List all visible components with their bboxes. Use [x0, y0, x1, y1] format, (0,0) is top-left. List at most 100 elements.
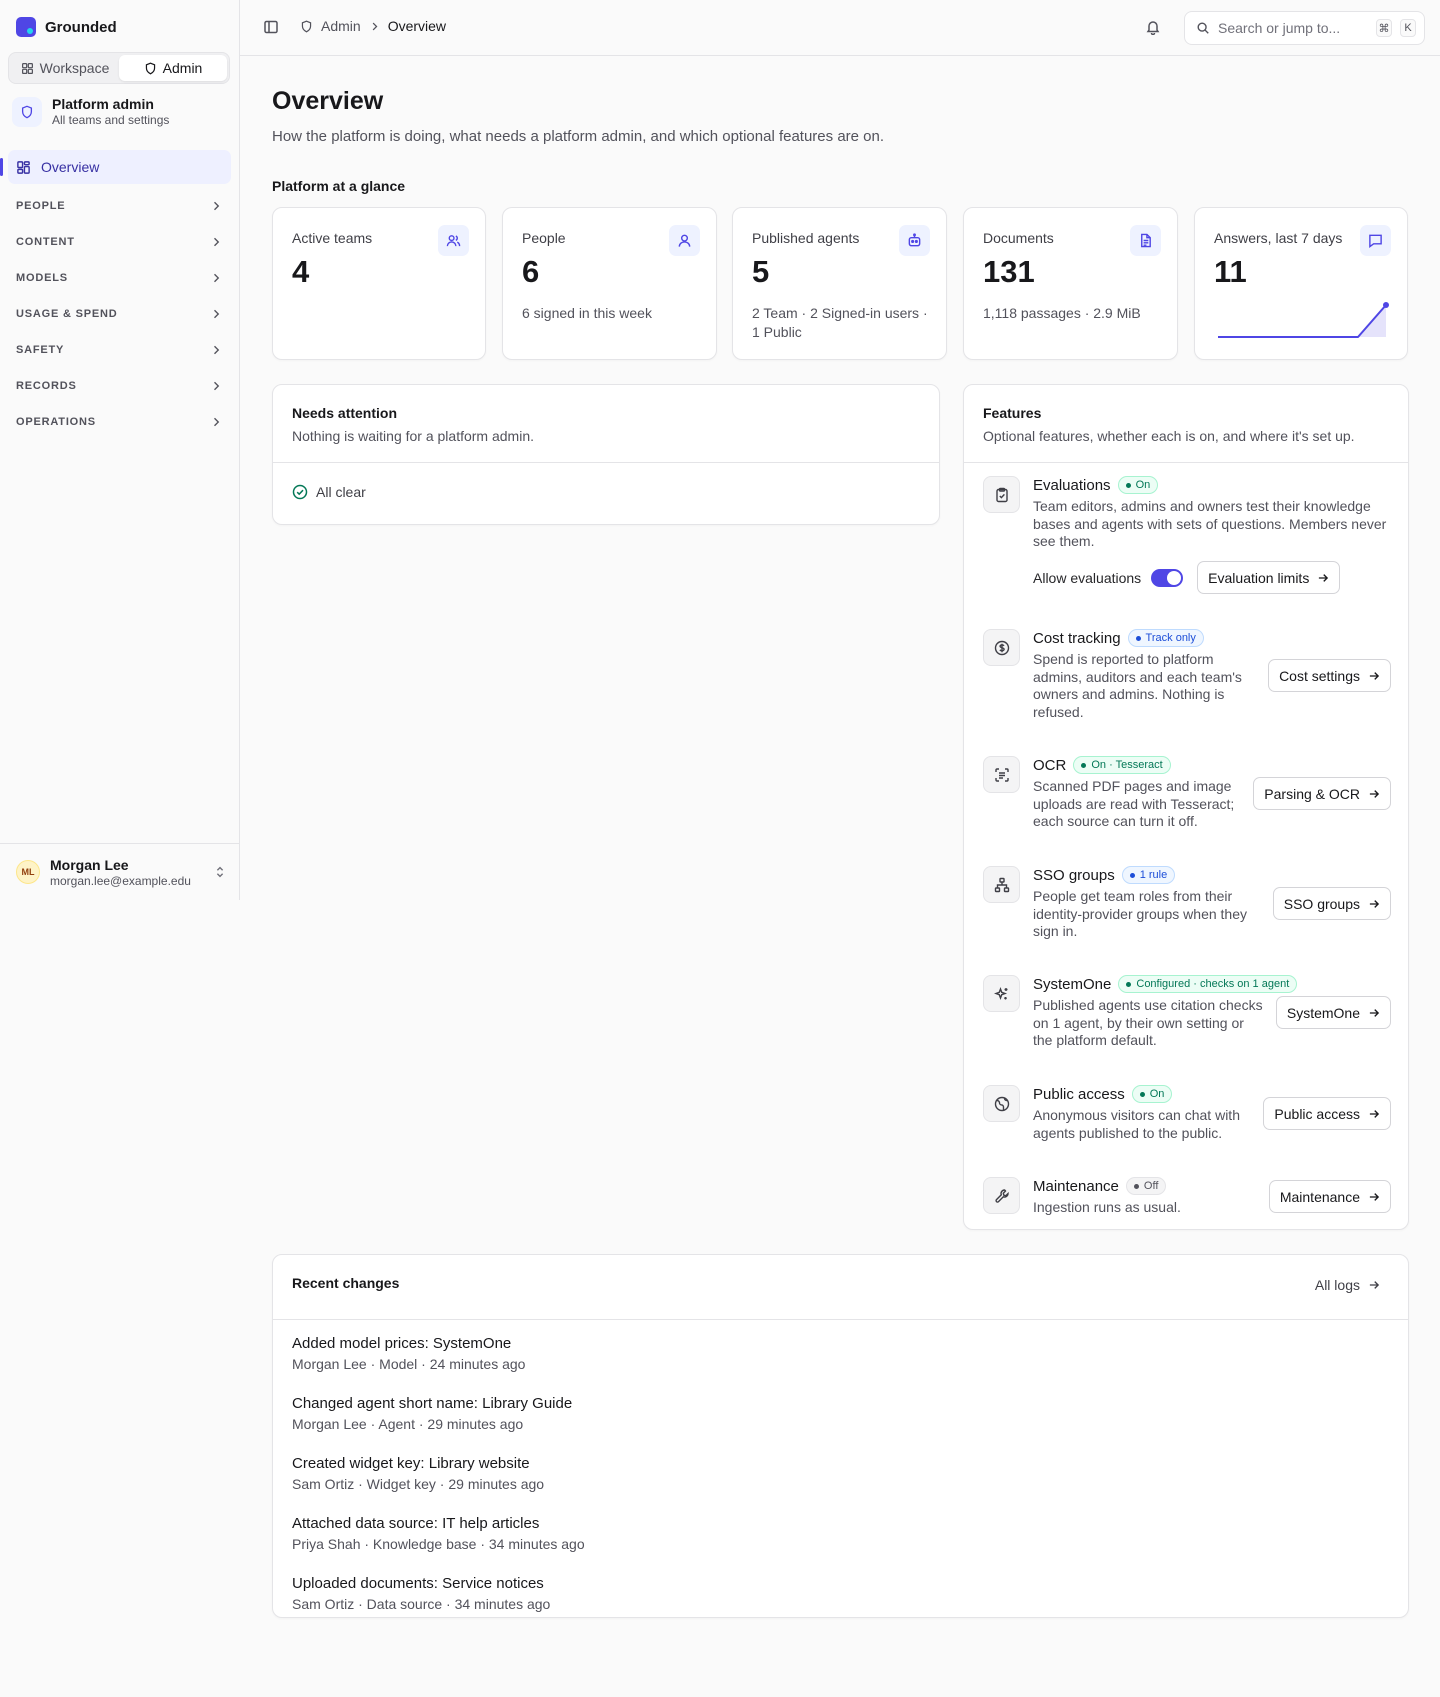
parsing-ocr-button[interactable]: Parsing & OCR: [1253, 777, 1391, 810]
arrow-right-icon: [1317, 572, 1329, 584]
sidebar: Grounded Workspace Admin Platform admin …: [0, 0, 240, 900]
search-box[interactable]: ⌘ K: [1184, 11, 1425, 45]
stat-label: Documents: [983, 230, 1054, 246]
stat-card-people: People 6 6 signed in this week: [502, 207, 717, 360]
nav-group-label: OPERATIONS: [16, 416, 96, 428]
feature-body: SystemOne Configured · checks on 1 agent…: [1033, 975, 1298, 1050]
change-meta: Priya Shah · Knowledge base · 34 minutes…: [292, 1536, 585, 1552]
allow-evaluations-toggle[interactable]: [1151, 568, 1184, 587]
nav-group-label: USAGE & SPEND: [16, 308, 118, 320]
features-subtitle: Optional features, whether each is on, a…: [983, 428, 1355, 444]
chevron-right-icon: [210, 380, 222, 392]
context-header: Platform admin All teams and settings: [12, 96, 169, 127]
context-title: Platform admin: [52, 96, 154, 112]
arrow-right-icon: [1368, 1108, 1380, 1120]
status-badge: Off: [1125, 1177, 1167, 1195]
sso-groups-button[interactable]: SSO groups: [1272, 887, 1391, 920]
feature-name: SystemOne: [1033, 975, 1112, 993]
button-label: SystemOne: [1286, 1004, 1360, 1021]
bell-icon[interactable]: [1145, 19, 1161, 35]
chevron-right-icon: [210, 344, 222, 356]
arrow-right-icon: [1368, 898, 1380, 910]
feature-ocr: OCR On · Tesseract Scanned PDF pages and…: [983, 756, 1391, 846]
feature-name: Cost tracking: [1033, 629, 1121, 647]
change-title: Changed agent short name: Library Guide: [292, 1395, 573, 1412]
users-icon: [438, 225, 469, 256]
divider: [964, 462, 1408, 463]
admin-tab[interactable]: Admin: [119, 55, 227, 81]
avatar: ML: [16, 860, 40, 884]
change-title: Created widget key: Library website: [292, 1455, 530, 1472]
sidebar-toggle-icon[interactable]: [263, 19, 279, 35]
user-email: morgan.lee@example.edu: [50, 873, 191, 888]
chevron-right-icon: [210, 416, 222, 428]
list-item: Created widget key: Library website Sam …: [292, 1454, 585, 1514]
nav-group-records[interactable]: RECORDS: [0, 368, 240, 404]
chevron-right-icon: [369, 21, 380, 32]
chevron-right-icon: [210, 308, 222, 320]
recent-changes-title: Recent changes: [292, 1275, 400, 1291]
user-menu[interactable]: ML Morgan Lee morgan.lee@example.edu: [0, 843, 240, 900]
sidebar-item-label: Overview: [41, 159, 100, 175]
glance-title: Platform at a glance: [272, 178, 406, 194]
breadcrumb-current: Overview: [387, 18, 447, 34]
allow-evaluations-row: Allow evaluations Evaluation limits: [1033, 561, 1341, 594]
stat-label: People: [522, 230, 566, 246]
feature-description: Published agents use citation checks on …: [1033, 997, 1263, 1048]
needs-attention-card: Needs attention Nothing is waiting for a…: [272, 384, 940, 525]
stat-card-active-teams: Active teams 4: [272, 207, 486, 360]
nav-group-operations[interactable]: OPERATIONS: [0, 404, 240, 440]
arrow-right-icon: [1368, 1191, 1380, 1203]
bot-icon: [899, 225, 930, 256]
sparkline-area: [1218, 305, 1386, 337]
list-item: Changed agent short name: Library Guide …: [292, 1394, 585, 1454]
maintenance-button[interactable]: Maintenance: [1268, 1180, 1391, 1213]
stat-label: Answers, last 7 days: [1214, 230, 1343, 246]
shield-icon: [144, 62, 157, 75]
nav-group-people[interactable]: PEOPLE: [0, 188, 240, 224]
nav-group-models[interactable]: MODELS: [0, 260, 240, 296]
change-meta: Sam Ortiz · Widget key · 29 minutes ago: [292, 1476, 545, 1492]
workspace-tab[interactable]: Workspace: [11, 55, 119, 81]
stat-value: 131: [983, 254, 1035, 289]
feature-name: Maintenance: [1033, 1177, 1119, 1195]
feature-body: Evaluations On Team editors, admins and …: [1033, 476, 1393, 551]
search-icon: [1196, 21, 1210, 35]
stat-card-published-agents: Published agents 5 2 Team · 2 Signed-in …: [732, 207, 947, 360]
arrow-right-icon: [1368, 670, 1380, 682]
sidebar-item-overview[interactable]: Overview: [0, 150, 231, 184]
feature-maintenance: Maintenance Off Ingestion runs as usual.…: [983, 1177, 1391, 1227]
chevron-right-icon: [210, 200, 222, 212]
feature-description: Spend is reported to platform admins, au…: [1033, 651, 1242, 720]
nav-group-label: RECORDS: [16, 380, 77, 392]
feature-body: OCR On · Tesseract Scanned PDF pages and…: [1033, 756, 1248, 831]
shield-icon: [12, 96, 42, 127]
feature-evaluations: Evaluations On Team editors, admins and …: [983, 476, 1391, 606]
evaluation-limits-button[interactable]: Evaluation limits: [1197, 561, 1341, 594]
scan-text-icon: [983, 756, 1020, 793]
arrow-right-icon: [1368, 1007, 1380, 1019]
nav-group-safety[interactable]: SAFETY: [0, 332, 240, 368]
status-badge: On: [1117, 476, 1159, 494]
nav-group-label: PEOPLE: [16, 200, 66, 212]
all-logs-link[interactable]: All logs: [1315, 1277, 1380, 1293]
button-label: Parsing & OCR: [1264, 785, 1360, 802]
button-label: Cost settings: [1279, 667, 1360, 684]
cost-settings-button[interactable]: Cost settings: [1268, 659, 1391, 692]
dashboard-icon: [16, 160, 31, 175]
needs-attention-subtitle: Nothing is waiting for a platform admin.: [292, 428, 534, 444]
public-access-button[interactable]: Public access: [1263, 1097, 1391, 1130]
feature-description: People get team roles from their identit…: [1033, 888, 1248, 939]
nav-group-usage-spend[interactable]: USAGE & SPEND: [0, 296, 240, 332]
breadcrumb: Admin Overview: [300, 18, 446, 34]
features-title: Features: [983, 405, 1042, 421]
nav-groups: PEOPLE CONTENT MODELS USAGE & SPEND SAFE…: [0, 188, 240, 440]
all-clear-status: All clear: [292, 484, 366, 500]
nav-group-content[interactable]: CONTENT: [0, 224, 240, 260]
brand[interactable]: Grounded: [16, 17, 117, 37]
search-input[interactable]: [1218, 20, 1368, 36]
systemone-button[interactable]: SystemOne: [1275, 996, 1391, 1029]
chevron-up-down-icon: [214, 865, 226, 879]
kbd-k: K: [1400, 19, 1416, 37]
breadcrumb-admin[interactable]: Admin: [321, 18, 361, 34]
